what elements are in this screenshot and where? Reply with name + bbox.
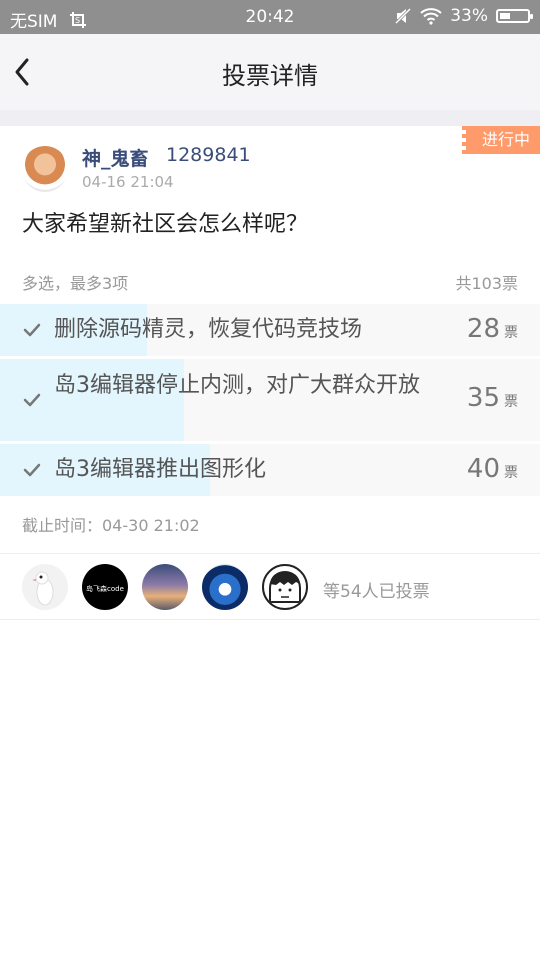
vote-option[interactable]: 岛3编辑器停止内测，对广大群众开放 35 票 <box>0 359 540 441</box>
page-title: 投票详情 <box>222 62 318 90</box>
vote-unit: 票 <box>504 325 518 341</box>
vote-card: 进行中 神_鬼畜 1289841 04-16 21:04 大家希望新社区会怎么样… <box>0 126 540 620</box>
divider <box>0 553 540 554</box>
voters-row[interactable]: 岛飞森code 等54人已投票 <box>0 564 540 610</box>
option-count: 28 票 <box>467 314 518 344</box>
check-icon <box>23 323 41 337</box>
voter-avatar[interactable] <box>262 564 308 610</box>
option-label: 删除源码精灵，恢复代码竞技场 <box>54 317 363 342</box>
voter-logo: 岛飞森code <box>86 584 124 593</box>
status-badge: 进行中 <box>461 126 540 154</box>
face-icon <box>269 571 301 603</box>
vote-option[interactable]: 岛3编辑器推出图形化 40 票 <box>0 444 540 496</box>
check-icon <box>23 393 41 407</box>
vote-unit: 票 <box>504 394 518 410</box>
vote-option[interactable]: 删除源码精灵，恢复代码竞技场 28 票 <box>0 304 540 356</box>
option-count: 35 票 <box>467 383 518 413</box>
post-date: 04-16 21:04 <box>82 173 174 191</box>
vote-deadline: 截止时间：04-30 21:02 <box>22 516 200 535</box>
status-bar: 无SIM S 20:42 33% <box>0 0 540 34</box>
vote-unit: 票 <box>504 465 518 481</box>
option-vote-number: 40 <box>466 454 500 484</box>
option-label: 岛3编辑器推出图形化 <box>54 457 266 482</box>
option-count: 40 票 <box>467 454 518 484</box>
check-icon <box>23 463 41 477</box>
option-label: 岛3编辑器停止内测，对广大群众开放 <box>54 373 420 398</box>
voters-summary: 等54人已投票 <box>323 582 430 602</box>
vote-question: 大家希望新社区会怎么样呢？ <box>22 212 309 237</box>
bird-icon <box>32 571 54 606</box>
battery-percent: 33% <box>450 6 488 26</box>
author-name[interactable]: 神_鬼畜 <box>82 144 149 171</box>
battery-icon <box>496 9 533 23</box>
author-id: 1289841 <box>166 144 251 166</box>
mute-icon <box>395 7 412 25</box>
option-vote-number: 35 <box>466 383 500 413</box>
wifi-icon <box>420 8 442 25</box>
navigation-bar: 投票详情 <box>0 34 540 111</box>
section-gap <box>0 110 540 126</box>
voter-avatar[interactable] <box>22 564 68 610</box>
voter-avatar[interactable]: 岛飞森code <box>82 564 128 610</box>
voter-logo-text: 岛飞森code <box>86 584 124 593</box>
author-avatar[interactable] <box>22 146 68 192</box>
option-vote-number: 28 <box>466 314 500 344</box>
vote-mode: 多选，最多3项 <box>22 274 129 293</box>
total-votes: 共103票 <box>455 274 518 293</box>
voter-avatar[interactable] <box>142 564 188 610</box>
voter-avatar[interactable] <box>202 564 248 610</box>
divider <box>0 619 540 620</box>
